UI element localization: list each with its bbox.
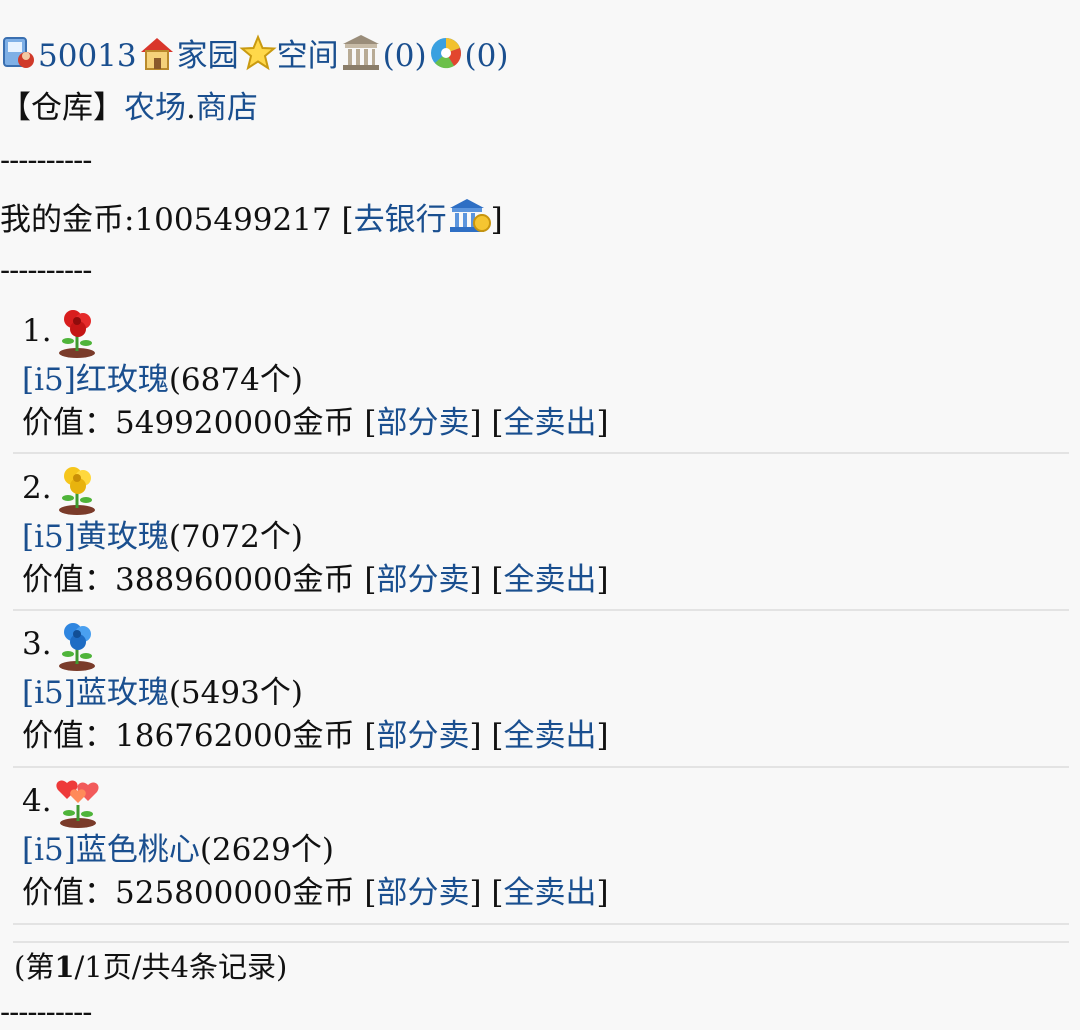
item-value: 525800000金币 — [115, 875, 355, 911]
phone-user-icon — [0, 34, 38, 82]
top-nav: 50013 家园 空间 (0) (0) — [0, 32, 508, 82]
item-value: 549920000金币 — [115, 405, 355, 441]
item-name-row: [i5]黄玫瑰(7072个) — [22, 517, 303, 557]
item-count: (6874个) — [168, 362, 303, 398]
item-index: 1. — [22, 313, 52, 349]
item-name: 蓝色桃心 — [75, 832, 200, 868]
item-value-row: 价值：549920000金币 [部分卖] [全卖出] — [22, 405, 609, 441]
gold-label: 我的金币: — [0, 202, 135, 238]
partial-sell-link[interactable]: 部分卖 — [376, 405, 469, 441]
item-name-row: [i5]蓝玫瑰(5493个) — [22, 673, 303, 713]
gold-amount: 1005499217 — [134, 202, 332, 238]
sell-all-link[interactable]: 全卖出 — [504, 718, 597, 754]
item-separator — [13, 452, 1069, 454]
shop-link[interactable]: 商店 — [196, 90, 258, 126]
item-count: (2629个) — [199, 832, 334, 868]
item-value-label: 价值： — [22, 562, 115, 598]
home-link[interactable]: 家园 — [177, 38, 239, 74]
divider: ---------- — [0, 143, 92, 178]
item-name-row: [i5]红玫瑰(6874个) — [22, 360, 303, 400]
item-value-row: 价值：525800000金币 [部分卖] [全卖出] — [22, 875, 609, 911]
item-name-link[interactable]: [i5]红玫瑰 — [22, 362, 169, 398]
wheel-count-link[interactable]: (0) — [465, 38, 509, 74]
item-index: 4. — [22, 783, 52, 819]
item-count: (5493个) — [168, 675, 303, 711]
bank-coin-icon — [447, 196, 491, 246]
partial-sell-link[interactable]: 部分卖 — [376, 718, 469, 754]
pagination: (第1/1页/共4条记录) — [14, 944, 287, 986]
space-link[interactable]: 空间 — [277, 38, 339, 74]
item-separator — [13, 609, 1069, 611]
breadcrumb: 【仓库】农场.商店 — [0, 88, 258, 128]
item-value: 186762000金币 — [115, 718, 355, 754]
item-value-row: 价值：186762000金币 [部分卖] [全卖出] — [22, 718, 609, 754]
item-tag: [i5] — [22, 675, 76, 711]
item-tag: [i5] — [22, 832, 76, 868]
bank-count-link[interactable]: (0) — [383, 38, 427, 74]
item-name-row: [i5]蓝色桃心(2629个) — [22, 830, 334, 870]
item-name: 红玫瑰 — [75, 362, 169, 398]
item-name-link[interactable]: [i5]蓝色桃心 — [22, 832, 200, 868]
color-wheel-icon — [427, 34, 465, 82]
breadcrumb-dot: . — [186, 90, 196, 126]
go-bank-link[interactable]: 去银行 — [354, 202, 447, 238]
pagination-prefix: (第 — [14, 950, 55, 984]
bank-bracket-close: ] — [490, 202, 503, 238]
item-value-label: 价值： — [22, 405, 115, 441]
item-index: 3. — [22, 626, 52, 662]
item-index: 2. — [22, 470, 52, 506]
item-value: 388960000金币 — [115, 562, 355, 598]
farm-link[interactable]: 农场 — [124, 90, 186, 126]
bank-bracket-open: [ — [331, 202, 354, 238]
item-count: (7072个) — [168, 519, 303, 555]
gold-row: 我的金币:1005499217 [去银行 ] — [0, 196, 503, 246]
divider: ---------- — [0, 995, 92, 1030]
pagination-separator — [13, 941, 1069, 943]
item-value-label: 价值： — [22, 875, 115, 911]
sell-all-link[interactable]: 全卖出 — [504, 405, 597, 441]
sell-all-link[interactable]: 全卖出 — [504, 562, 597, 598]
star-icon — [238, 34, 277, 82]
item-separator — [13, 923, 1069, 925]
current-page: 1 — [54, 950, 75, 984]
partial-sell-link[interactable]: 部分卖 — [376, 875, 469, 911]
divider: ---------- — [0, 253, 92, 288]
pagination-suffix: /1页/共4条记录) — [74, 950, 288, 984]
house-icon — [137, 34, 177, 82]
item-tag: [i5] — [22, 362, 76, 398]
item-name-link[interactable]: [i5]蓝玫瑰 — [22, 675, 169, 711]
user-id-link[interactable]: 50013 — [38, 38, 137, 74]
item-name: 黄玫瑰 — [75, 519, 169, 555]
item-value-row: 价值：388960000金币 [部分卖] [全卖出] — [22, 562, 609, 598]
item-value-label: 价值： — [22, 718, 115, 754]
item-name-link[interactable]: [i5]黄玫瑰 — [22, 519, 169, 555]
item-tag: [i5] — [22, 519, 76, 555]
partial-sell-link[interactable]: 部分卖 — [376, 562, 469, 598]
item-name: 蓝玫瑰 — [75, 675, 169, 711]
warehouse-label: 【仓库】 — [0, 90, 124, 126]
item-separator — [13, 766, 1069, 768]
bank-building-icon — [339, 32, 383, 82]
sell-all-link[interactable]: 全卖出 — [504, 875, 597, 911]
